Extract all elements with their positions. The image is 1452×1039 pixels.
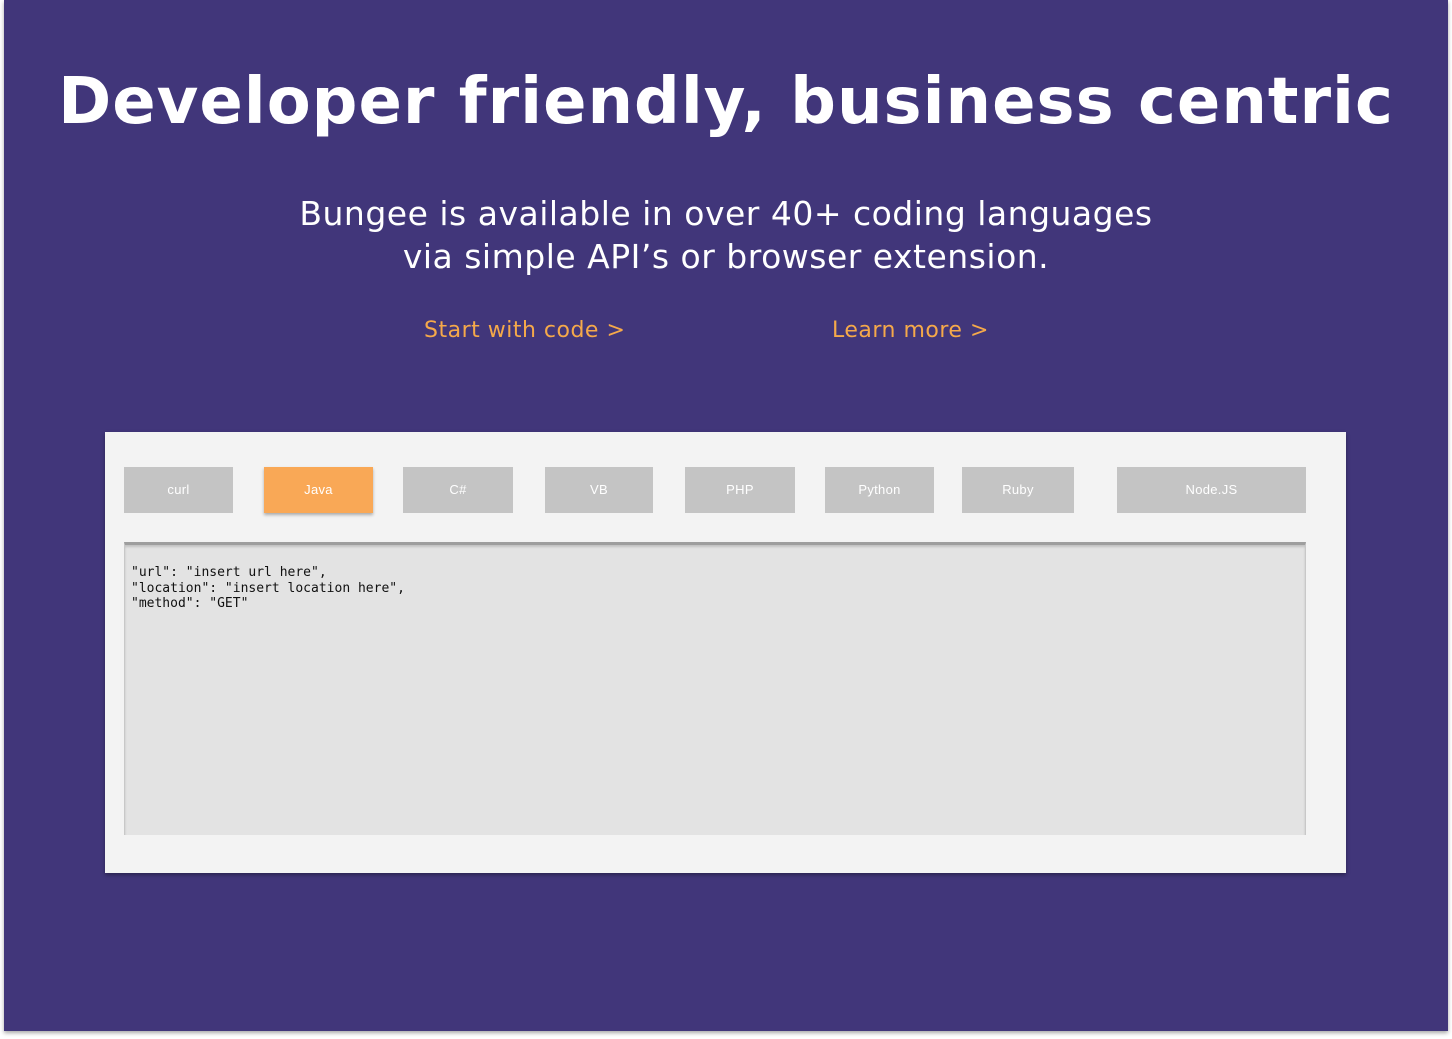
hero-subtitle-line-1: Bungee is available in over 40+ coding l… [299, 194, 1153, 233]
tab-nodejs[interactable]: Node.JS [1117, 467, 1306, 513]
code-line: "url": "insert url here", [131, 565, 327, 580]
code-line: "location": "insert location here", [131, 580, 405, 596]
tab-php[interactable]: PHP [685, 467, 795, 513]
code-editor[interactable]: "url": "insert url here", "location": "i… [124, 542, 1306, 835]
tab-ruby[interactable]: Ruby [962, 467, 1074, 513]
hero-subtitle: Bungee is available in over 40+ coding l… [4, 192, 1448, 278]
tab-curl[interactable]: curl [124, 467, 233, 513]
start-with-code-link[interactable]: Start with code > [424, 316, 625, 346]
tab-java[interactable]: Java [264, 467, 373, 513]
hero-section: Developer friendly, business centric Bun… [4, 0, 1448, 1031]
tab-csharp[interactable]: C# [403, 467, 513, 513]
code-sample-panel: curl Java C# VB PHP Python Ruby Node.JS … [105, 432, 1346, 873]
hero-subtitle-line-2: via simple API’s or browser extension. [402, 237, 1050, 276]
learn-more-link[interactable]: Learn more > [832, 316, 989, 346]
code-line: "method": "GET" [131, 596, 249, 611]
page-title: Developer friendly, business centric [58, 65, 1394, 139]
tab-python[interactable]: Python [825, 467, 934, 513]
tab-vb[interactable]: VB [545, 467, 653, 513]
